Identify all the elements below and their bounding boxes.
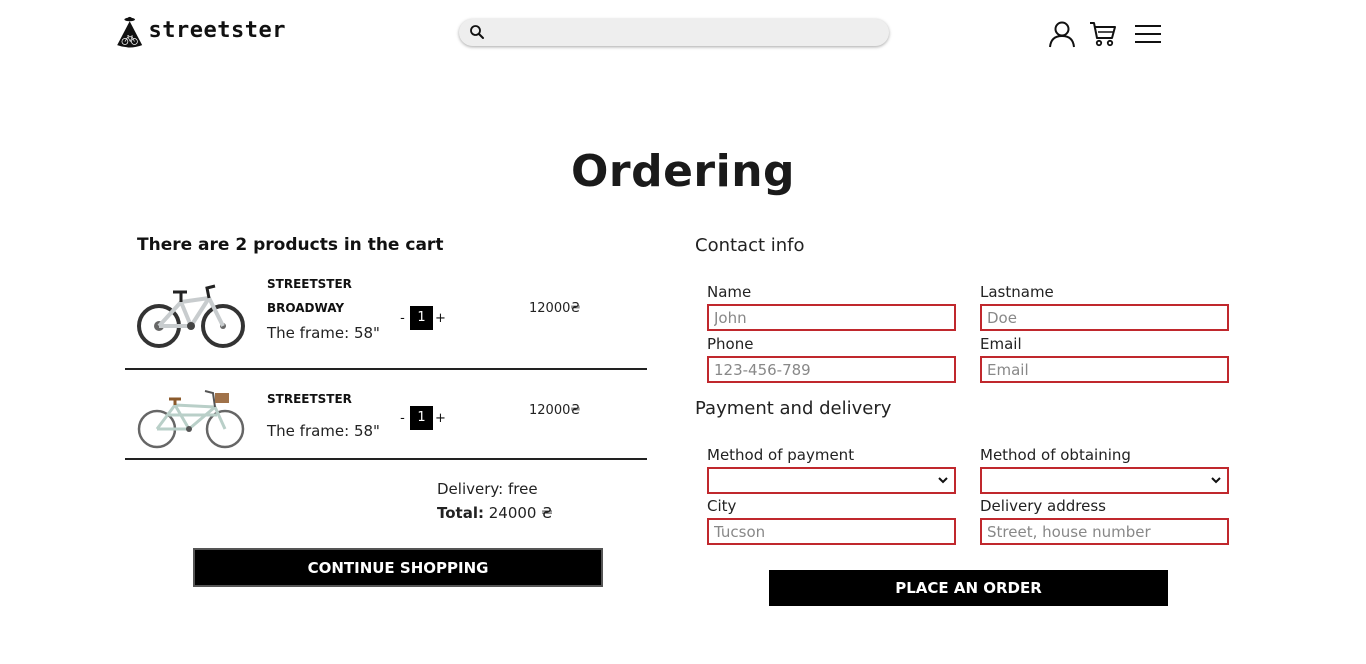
qty-value: 1 <box>410 406 433 430</box>
lastname-field[interactable] <box>980 304 1229 331</box>
address-label: Delivery address <box>980 497 1106 515</box>
quantity-stepper[interactable]: - 1 + <box>397 406 446 430</box>
mountain-bike-image[interactable] <box>135 284 247 350</box>
chevron-down-icon <box>1211 477 1221 484</box>
obtaining-method-label: Method of obtaining <box>980 446 1131 464</box>
ufo-logo-icon <box>117 16 143 48</box>
user-icon[interactable] <box>1047 20 1077 48</box>
city-field[interactable] <box>707 518 956 545</box>
qty-minus-button[interactable]: - <box>397 311 408 326</box>
brand-logo[interactable]: streetster <box>116 4 286 60</box>
cart-item: STREETSTER The frame: 58" - 1 + 12000₴ <box>125 381 647 460</box>
address-field[interactable] <box>980 518 1229 545</box>
city-label: City <box>707 497 737 515</box>
chevron-down-icon <box>938 477 948 484</box>
total-label: Total: <box>437 504 484 522</box>
product-name[interactable]: STREETSTER BROADWAY <box>267 272 387 320</box>
cart-item: STREETSTER BROADWAY The frame: 58" - 1 +… <box>125 272 647 370</box>
menu-icon[interactable] <box>1133 20 1163 48</box>
phone-field[interactable] <box>707 356 956 383</box>
search-bar[interactable] <box>459 19 889 46</box>
cart-heading: There are 2 products in the cart <box>137 235 444 255</box>
search-icon[interactable] <box>469 24 485 40</box>
page-title: Ordering <box>570 146 796 197</box>
place-order-button[interactable]: PLACE AN ORDER <box>769 570 1168 606</box>
name-field[interactable] <box>707 304 956 331</box>
contact-info-title: Contact info <box>695 235 805 256</box>
payment-method-label: Method of payment <box>707 446 855 464</box>
email-label: Email <box>980 335 1022 353</box>
lastname-label: Lastname <box>980 283 1054 301</box>
city-bike-image[interactable] <box>135 385 247 451</box>
qty-plus-button[interactable]: + <box>435 411 446 426</box>
brand-name: streetster <box>148 17 286 43</box>
delivery-info: Delivery: free <box>437 480 538 498</box>
qty-value: 1 <box>410 306 433 330</box>
payment-delivery-title: Payment and delivery <box>695 398 892 419</box>
product-name[interactable]: STREETSTER <box>267 387 387 411</box>
name-label: Name <box>707 283 752 301</box>
product-frame: The frame: 58" <box>267 324 380 342</box>
email-field[interactable] <box>980 356 1229 383</box>
order-total: Total: 24000 ₴ <box>437 504 553 522</box>
cart-icon[interactable] <box>1088 20 1118 48</box>
product-frame: The frame: 58" <box>267 422 380 440</box>
payment-method-select[interactable] <box>707 467 956 494</box>
total-value: 24000 ₴ <box>483 504 553 522</box>
obtaining-method-select[interactable] <box>980 467 1229 494</box>
search-input[interactable] <box>493 22 873 43</box>
phone-label: Phone <box>707 335 754 353</box>
product-price: 12000₴ <box>529 301 581 316</box>
continue-shopping-button[interactable]: CONTINUE SHOPPING <box>193 548 603 587</box>
qty-minus-button[interactable]: - <box>397 411 408 426</box>
quantity-stepper[interactable]: - 1 + <box>397 306 446 330</box>
qty-plus-button[interactable]: + <box>435 311 446 326</box>
product-price: 12000₴ <box>529 403 581 418</box>
